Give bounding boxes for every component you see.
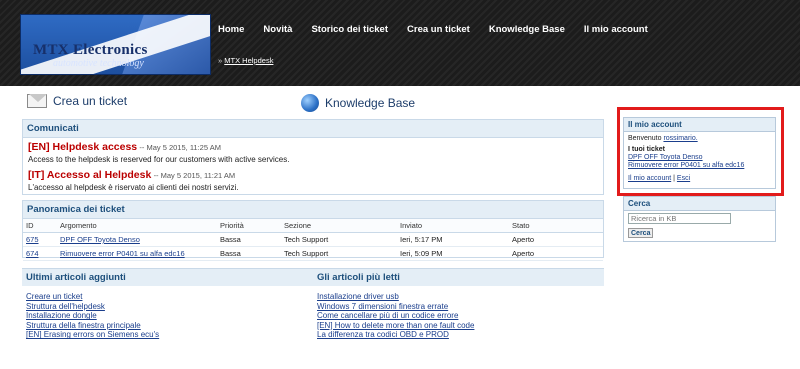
tickets-header-row: ID Argomento Priorità Sezione Inviato St…	[23, 219, 603, 233]
username-link[interactable]: rossimario.	[663, 135, 697, 142]
ticket-sent: Ieri, 5:09 PM	[397, 246, 509, 261]
breadcrumb-link[interactable]: MTX Helpdesk	[224, 56, 273, 65]
article-link[interactable]: Come cancellare più di un codice errore	[317, 311, 458, 320]
news-item-title[interactable]: [EN] Helpdesk access	[28, 141, 137, 153]
welcome-text: Benvenuto	[628, 135, 662, 142]
article-link[interactable]: [EN] How to delete more than one fault c…	[317, 321, 474, 330]
search-title: Cerca	[624, 197, 775, 211]
col-subject[interactable]: Argomento	[57, 219, 217, 233]
article-link[interactable]: Struttura dell'helpdesk	[26, 302, 105, 311]
article-link[interactable]: Windows 7 dimensioni finestra errate	[317, 302, 448, 311]
create-ticket-label: Crea un ticket	[53, 94, 128, 108]
table-row: 674 Rimuovere error P0401 su alfa edc16 …	[23, 246, 603, 261]
nav-storico[interactable]: Storico dei ticket	[311, 24, 388, 40]
nav-mio-account[interactable]: Il mio account	[584, 24, 648, 40]
brand-logo[interactable]: MTX Electronics automotive technology	[20, 14, 211, 75]
ticket-status: Aperto	[509, 232, 603, 247]
my-account-link[interactable]: Il mio account	[628, 175, 671, 182]
ticket-section: Tech Support	[281, 246, 397, 261]
col-section[interactable]: Sezione	[281, 219, 397, 233]
account-ticket-link[interactable]: DPF OFF Toyota Denso	[628, 154, 703, 161]
popular-articles: Gli articoli più letti Installazione dri…	[313, 268, 604, 346]
ticket-status: Aperto	[509, 246, 603, 261]
knowledge-base-link[interactable]: Knowledge Base	[301, 94, 415, 112]
globe-icon	[301, 94, 319, 112]
article-link[interactable]: Installazione dongle	[26, 311, 97, 320]
main-nav: Home Novità Storico dei ticket Crea un t…	[218, 24, 667, 40]
col-priority[interactable]: Priorità	[217, 219, 281, 233]
news-item: [IT] Accesso al Helpdesk -- May 5 2015, …	[28, 169, 598, 192]
logout-link[interactable]: Esci	[677, 175, 690, 182]
search-input[interactable]	[628, 213, 731, 224]
search-panel: Cerca Cerca	[623, 196, 776, 242]
news-item-body: L'accesso al helpdesk è riservato ai cli…	[28, 183, 239, 192]
account-actions: Il mio account | Esci	[628, 175, 771, 183]
tickets-panel: Panoramica dei ticket ID Argomento Prior…	[22, 200, 604, 261]
brand-name: MTX Electronics	[33, 42, 148, 58]
news-title: Comunicati	[23, 120, 603, 138]
your-tickets-label: I tuoi ticket	[628, 146, 665, 153]
article-link[interactable]: Creare un ticket	[26, 292, 82, 301]
news-item-body: Access to the helpdesk is reserved for o…	[28, 155, 290, 164]
account-ticket-link[interactable]: Rimuovere error P0401 su alfa edc16	[628, 162, 744, 169]
account-sep: |	[673, 175, 675, 182]
knowledge-base-label: Knowledge Base	[325, 96, 416, 110]
nav-novita[interactable]: Novità	[263, 24, 292, 40]
ticket-id-link[interactable]: 674	[26, 249, 39, 258]
article-link[interactable]: La differenza tra codici OBD e PROD	[317, 330, 449, 339]
latest-articles: Ultimi articoli aggiunti Creare un ticke…	[22, 268, 313, 346]
search-button[interactable]: Cerca	[628, 228, 654, 238]
ticket-subject-link[interactable]: Rimuovere error P0401 su alfa edc16	[60, 249, 185, 258]
news-item-date: -- May 5 2015, 11:25 AM	[139, 143, 221, 152]
nav-knowledge-base[interactable]: Knowledge Base	[489, 24, 565, 40]
col-sent[interactable]: Inviato	[397, 219, 509, 233]
breadcrumb-separator: »	[218, 56, 223, 65]
news-item-date: -- May 5 2015, 11:21 AM	[153, 171, 236, 180]
account-panel: Il mio account Benvenuto rossimario. I t…	[623, 117, 776, 189]
article-link[interactable]: [EN] Erasing errors on Siemens ecu's	[26, 330, 159, 339]
ticket-sent: Ieri, 5:17 PM	[397, 232, 509, 247]
popular-articles-title: Gli articoli più letti	[313, 269, 604, 286]
ticket-priority: Bassa	[217, 232, 281, 247]
ticket-id-link[interactable]: 675	[26, 235, 39, 244]
ticket-subject-link[interactable]: DPF OFF Toyota Denso	[60, 235, 140, 244]
ticket-priority: Bassa	[217, 246, 281, 261]
news-list: [EN] Helpdesk access -- May 5 2015, 11:2…	[23, 138, 603, 200]
col-status[interactable]: Stato	[509, 219, 603, 233]
latest-articles-title: Ultimi articoli aggiunti	[22, 269, 313, 286]
article-link[interactable]: Struttura della finestra principale	[26, 321, 141, 330]
nav-home[interactable]: Home	[218, 24, 244, 40]
news-item: [EN] Helpdesk access -- May 5 2015, 11:2…	[28, 141, 598, 164]
news-panel: Comunicati [EN] Helpdesk access -- May 5…	[22, 119, 604, 195]
col-id[interactable]: ID	[23, 219, 57, 233]
articles-section: Ultimi articoli aggiunti Creare un ticke…	[22, 268, 604, 346]
header: MTX Electronics automotive technology Ho…	[0, 0, 800, 86]
table-row: 675 DPF OFF Toyota Denso Bassa Tech Supp…	[23, 232, 603, 247]
breadcrumb: » MTX Helpdesk	[218, 56, 273, 65]
news-item-title[interactable]: [IT] Accesso al Helpdesk	[28, 169, 151, 181]
envelope-icon	[27, 94, 47, 108]
brand-tagline: automotive technology	[53, 58, 144, 69]
tickets-table: ID Argomento Priorità Sezione Inviato St…	[23, 219, 603, 261]
ticket-section: Tech Support	[281, 232, 397, 247]
quick-links: Crea un ticket Knowledge Base	[22, 94, 604, 116]
article-link[interactable]: Installazione driver usb	[317, 292, 399, 301]
nav-crea-ticket[interactable]: Crea un ticket	[407, 24, 470, 40]
tickets-title: Panoramica dei ticket	[23, 201, 603, 219]
account-title: Il mio account	[624, 118, 775, 132]
create-ticket-link[interactable]: Crea un ticket	[27, 94, 127, 108]
welcome-line: Benvenuto rossimario.	[628, 135, 771, 143]
